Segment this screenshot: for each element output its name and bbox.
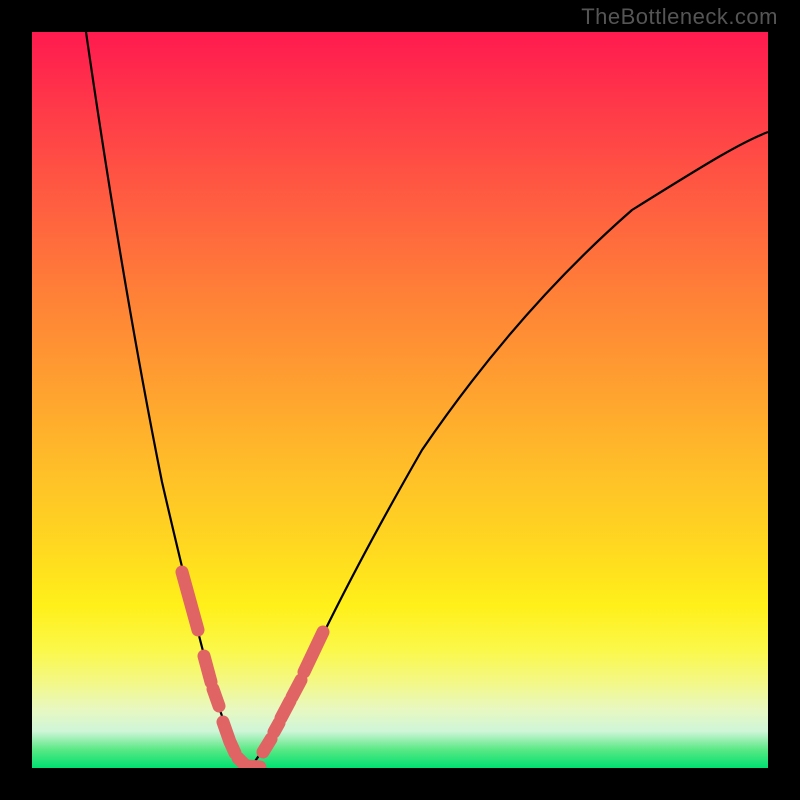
watermark-text: TheBottleneck.com: [581, 4, 778, 30]
plot-area: [32, 32, 768, 768]
curve-left: [86, 32, 250, 768]
curve-overlay: [32, 32, 768, 768]
curve-right: [250, 132, 768, 768]
markers-left: [182, 572, 260, 767]
markers-right: [263, 632, 323, 752]
chart-frame: TheBottleneck.com: [0, 0, 800, 800]
